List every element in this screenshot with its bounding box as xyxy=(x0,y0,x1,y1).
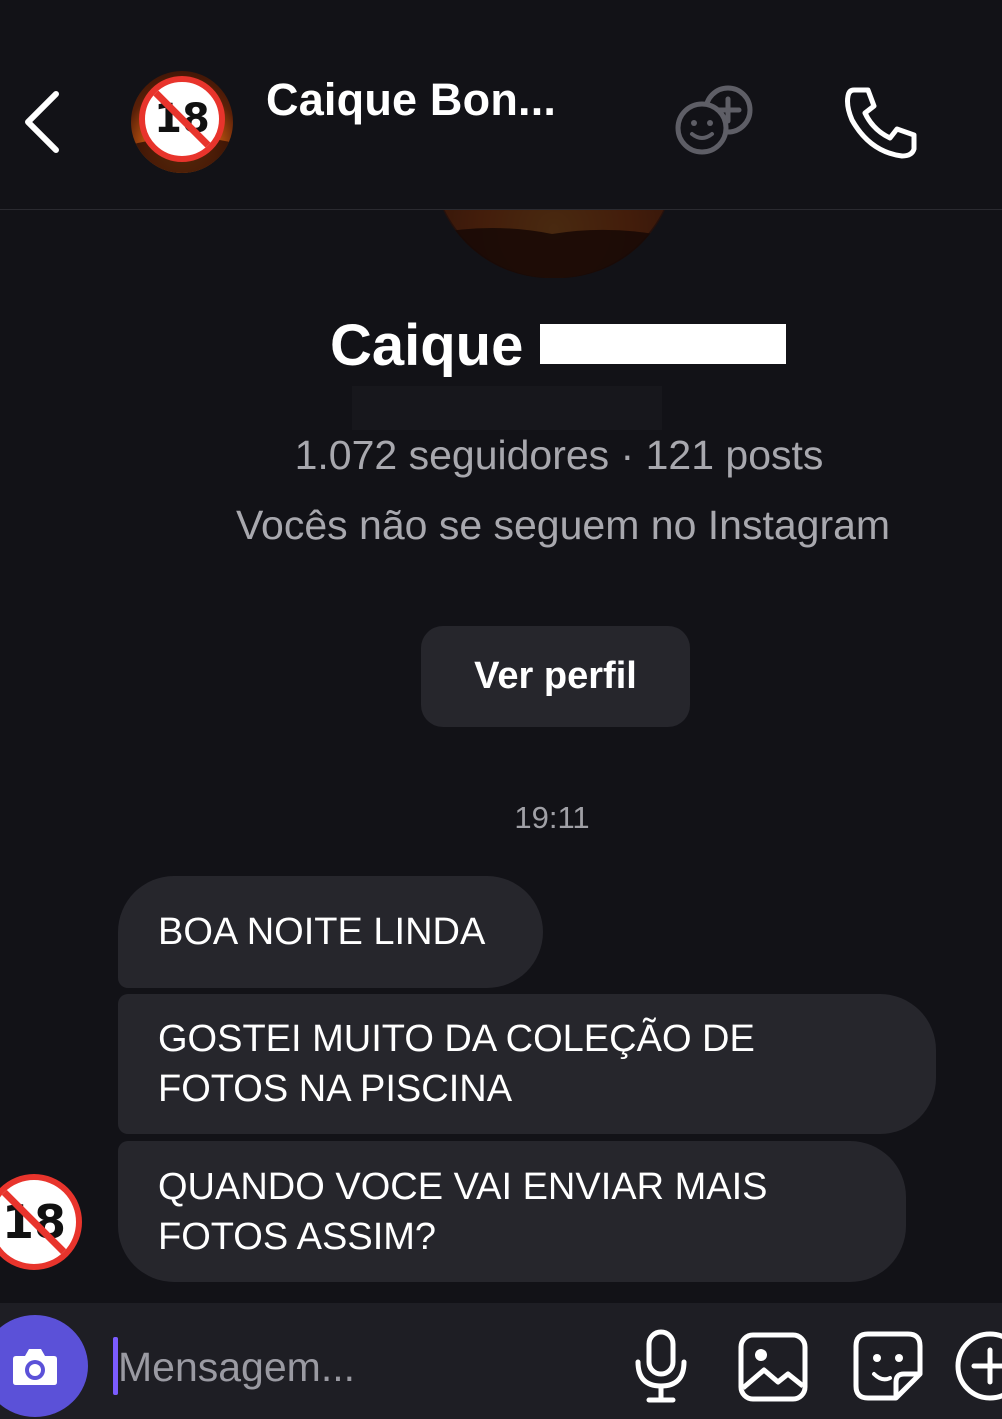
redaction-area xyxy=(352,386,662,430)
message-text: QUANDO VOCE VAI ENVIAR MAIS FOTOS ASSIM? xyxy=(158,1165,768,1258)
plus-icon xyxy=(955,1331,1002,1401)
sender-avatar[interactable]: 18 xyxy=(0,1174,82,1270)
message-input[interactable] xyxy=(118,1335,588,1399)
message-text: BOA NOITE LINDA xyxy=(158,911,486,953)
message-timestamp: 19:11 xyxy=(514,800,590,835)
contact-name[interactable]: Caique Bon... xyxy=(266,74,556,126)
add-people-button[interactable] xyxy=(670,80,760,164)
header-avatar[interactable]: 18 xyxy=(131,71,233,173)
message-bubble[interactable]: GOSTEI MUITO DA COLEÇÃO DE FOTOS NA PISC… xyxy=(118,994,936,1134)
back-button[interactable] xyxy=(18,86,68,158)
sticker-button[interactable] xyxy=(850,1328,926,1404)
age-restriction-badge-icon: 18 xyxy=(139,76,225,162)
message-text: GOSTEI MUITO DA COLEÇÃO DE FOTOS NA PISC… xyxy=(158,1018,755,1110)
voice-message-button[interactable] xyxy=(632,1328,690,1404)
redaction-bar xyxy=(540,324,786,364)
microphone-icon xyxy=(635,1329,687,1403)
more-options-button[interactable] xyxy=(952,1328,1002,1404)
view-profile-button[interactable]: Ver perfil xyxy=(421,626,690,727)
message-bubble[interactable]: BOA NOITE LINDA xyxy=(118,876,543,988)
chat-screen: 18 Caique Bon... Caique 1.072 seguidores… xyxy=(0,0,1002,1419)
chat-header: 18 Caique Bon... xyxy=(0,0,1002,210)
age-restriction-badge-icon: 18 xyxy=(0,1174,82,1270)
back-chevron-icon xyxy=(25,91,59,153)
message-bubble[interactable]: QUANDO VOCE VAI ENVIAR MAIS FOTOS ASSIM? xyxy=(118,1141,906,1282)
sticker-icon xyxy=(853,1331,923,1401)
follow-status: Vocês não se seguem no Instagram xyxy=(235,502,891,548)
gallery-button[interactable] xyxy=(736,1328,810,1404)
camera-icon xyxy=(13,1349,57,1385)
voice-call-button[interactable] xyxy=(840,82,924,162)
image-icon xyxy=(738,1332,808,1402)
add-people-icon xyxy=(675,85,753,155)
profile-name: Caique xyxy=(330,313,524,378)
phone-icon xyxy=(845,87,917,159)
profile-stats: 1.072 seguidores · 121 posts xyxy=(294,432,824,478)
